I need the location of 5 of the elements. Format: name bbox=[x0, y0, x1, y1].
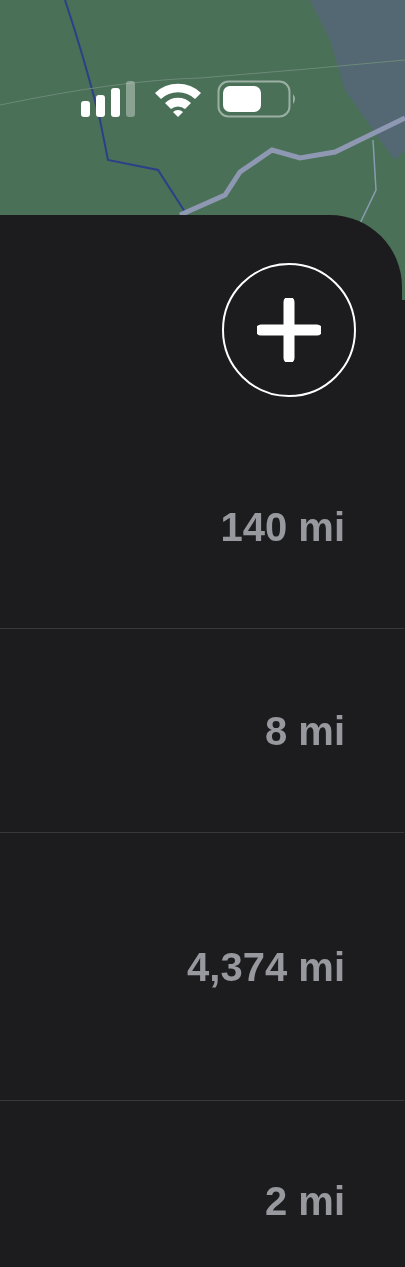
distance-text: 140 mi bbox=[220, 506, 345, 547]
distance-text: 4,374 mi bbox=[187, 946, 345, 987]
plus-icon bbox=[257, 298, 321, 362]
distance-text: 2 mi bbox=[264, 1181, 345, 1221]
distance-text: 8 mi bbox=[264, 710, 345, 751]
